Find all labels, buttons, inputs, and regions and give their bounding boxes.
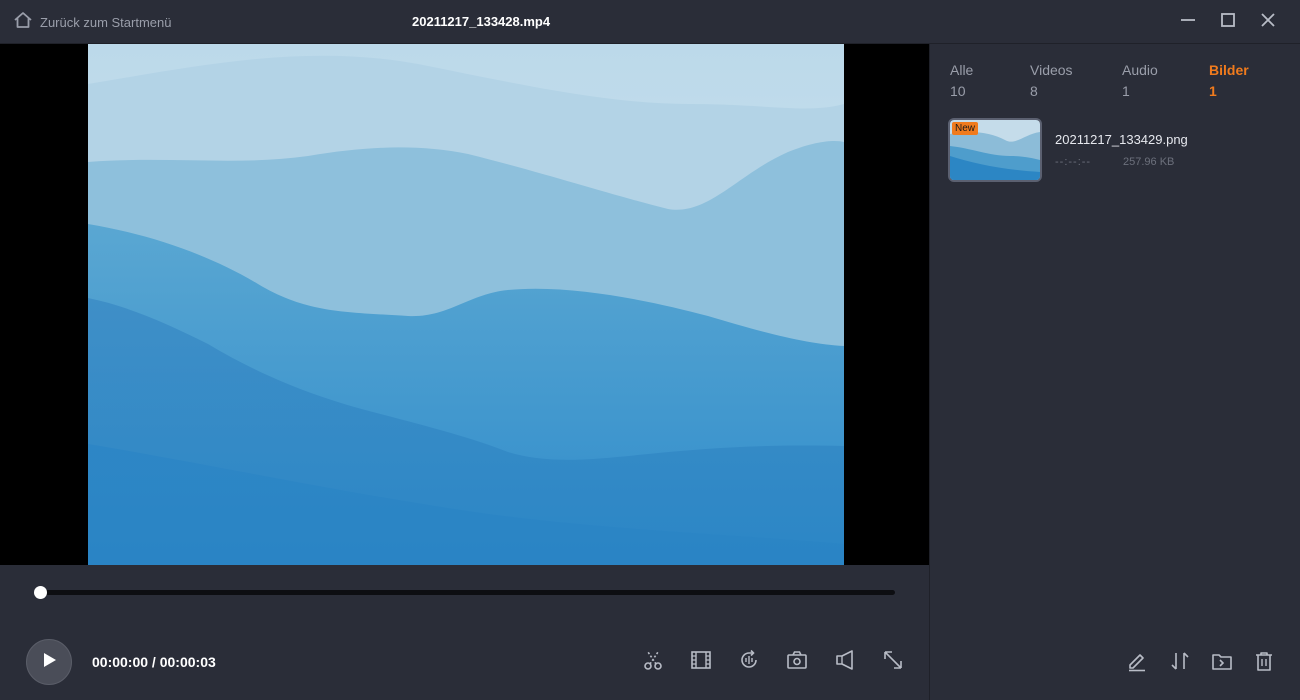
maximize-icon [1220,12,1236,33]
close-icon [1260,12,1276,33]
mountain-landscape-image [88,44,844,565]
progress-handle[interactable] [34,586,47,599]
tab-label: Alle [950,62,974,78]
tab-count: 1 [1209,83,1217,99]
back-to-home-button[interactable]: Zurück zum Startmenü [14,11,172,33]
maximize-button[interactable] [1216,10,1240,34]
media-file-name: 20211217_133429.png [1055,132,1188,147]
minimize-button[interactable] [1176,10,1200,34]
rotate-button[interactable] [736,649,762,675]
media-duration: --:--:-- [1055,156,1092,168]
time-separator: / [148,654,160,670]
new-badge: New [952,122,979,135]
tab-count: 1 [1122,83,1130,99]
total-time: 00:00:03 [159,654,216,670]
screenshot-camera-icon [786,649,808,676]
open-folder-icon [1211,650,1233,677]
play-icon [40,651,58,674]
fullscreen-button[interactable] [880,649,906,675]
tab-label: Bilder [1209,62,1249,78]
video-frame [88,44,844,565]
delete-button[interactable] [1251,650,1277,676]
edit-button[interactable] [1124,650,1150,676]
volume-speaker-icon [834,649,856,676]
title-bar: Zurück zum Startmenü 20211217_133428.mp4 [0,0,1300,44]
edit-pencil-icon [1126,650,1148,677]
progress-bar[interactable] [34,586,895,599]
screenshot-button[interactable] [784,649,810,675]
trash-icon [1253,650,1275,677]
sort-button[interactable] [1167,650,1193,676]
media-sidebar: Alle 10 Videos 8 Audio 1 Bilder 1 New 20… [930,44,1300,700]
tab-count: 10 [950,83,966,99]
play-button[interactable] [26,639,72,685]
fullscreen-expand-icon [882,649,904,676]
open-folder-button[interactable] [1209,650,1235,676]
rotate-icon [738,649,760,676]
tab-videos[interactable]: Videos 8 [1030,62,1073,100]
tab-audio[interactable]: Audio 1 [1122,62,1158,100]
file-title: 20211217_133428.mp4 [412,14,551,29]
volume-button[interactable] [832,649,858,675]
media-list-item[interactable]: New 20211217_133429.png --:--:-- 257.96 … [948,118,1278,182]
minimize-icon [1180,12,1196,33]
close-button[interactable] [1256,10,1280,34]
tab-alle[interactable]: Alle 10 [950,62,973,100]
current-time: 00:00:00 [92,654,149,670]
playback-controls: 00:00:00 / 00:00:03 [0,565,929,700]
media-thumbnail: New [948,118,1042,182]
time-display: 00:00:00 / 00:00:03 [92,654,216,670]
media-file-size: 257.96 KB [1123,156,1175,168]
cut-button[interactable] [640,649,666,675]
tab-count: 8 [1030,83,1038,99]
back-to-home-label: Zurück zum Startmenü [40,14,172,30]
sort-arrows-icon [1169,650,1191,677]
home-icon [14,11,32,33]
clip-button[interactable] [688,649,714,675]
cut-icon [642,649,664,676]
tab-label: Audio [1122,62,1158,78]
film-strip-icon [690,649,712,676]
tab-bilder[interactable]: Bilder 1 [1209,62,1249,100]
tab-label: Videos [1030,62,1073,78]
video-player[interactable] [0,44,929,565]
